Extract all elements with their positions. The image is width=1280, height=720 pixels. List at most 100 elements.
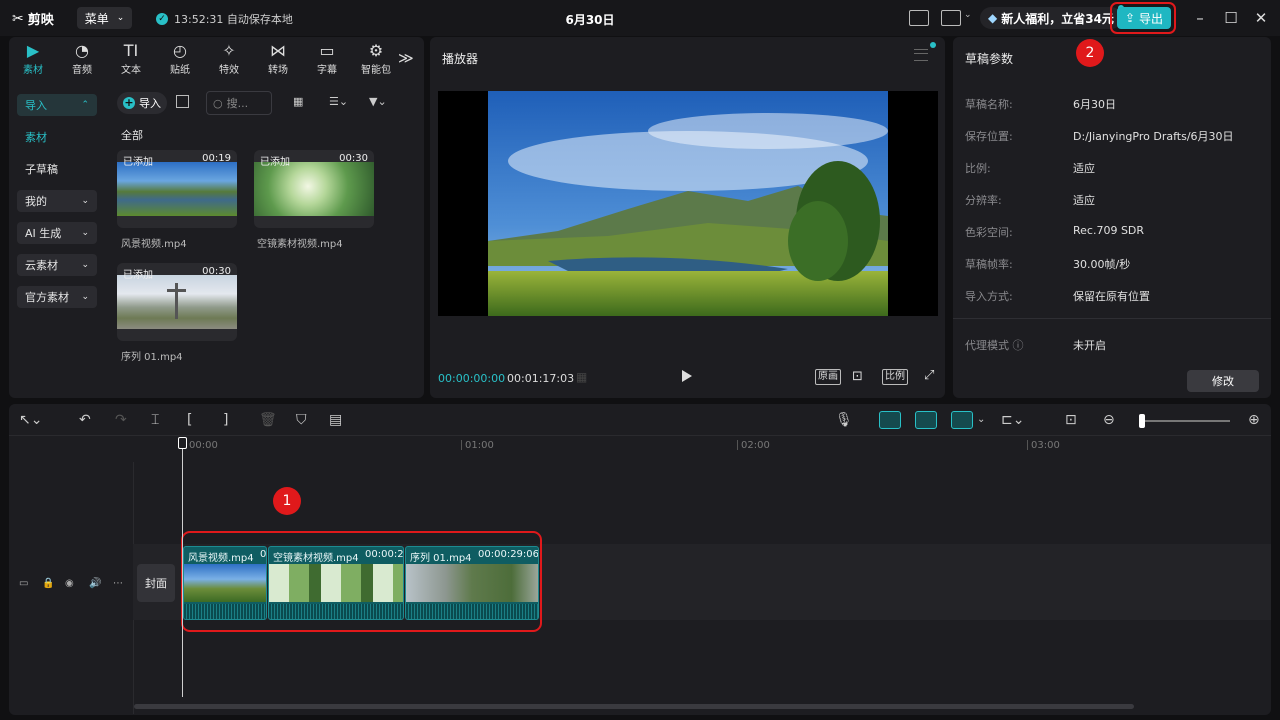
tab-media[interactable]: ▶ 素材	[10, 41, 56, 76]
thumbnail-landscape	[117, 162, 237, 216]
media-item[interactable]: 已添加 00:19	[117, 150, 237, 228]
chevron-down-icon[interactable]: ⌄	[964, 10, 972, 20]
auto-snap-toggle[interactable]	[915, 411, 937, 429]
microphone-icon[interactable]: 🎙	[835, 412, 853, 428]
maximize-icon[interactable]: ☐	[1221, 8, 1241, 28]
lock-icon[interactable]: 🔒	[42, 578, 54, 589]
tab-transition[interactable]: ⋈ 转场	[255, 41, 301, 76]
promo-banner[interactable]: ◆ 新人福利，立省34元	[980, 5, 1124, 29]
more-tabs-icon[interactable]: ≫	[398, 49, 414, 67]
undo-icon[interactable]: ↶	[79, 412, 91, 428]
search-input[interactable]: ○ 搜...	[206, 91, 272, 115]
media-item[interactable]: 已添加 00:30	[117, 263, 237, 341]
sidebar-item-import[interactable]: 导入 ⌃	[17, 94, 97, 116]
video-viewport[interactable]	[438, 91, 938, 316]
ruler-label: 01:00	[465, 440, 494, 451]
ruler-tick	[461, 440, 462, 450]
sidebar-item-ai[interactable]: AI 生成 ⌄	[17, 222, 97, 244]
shortcut-icon[interactable]	[909, 10, 929, 26]
transition-icon: ⋈	[270, 41, 286, 60]
ratio-button[interactable]: 比例	[882, 369, 908, 385]
media-item[interactable]: 已添加 00:30	[254, 150, 374, 228]
timeline-zoom-fit-icon[interactable]: ⊡	[1065, 412, 1077, 428]
playhead[interactable]	[182, 437, 183, 697]
annotation-badge-1: 1	[273, 487, 301, 515]
search-icon: ○	[213, 96, 223, 110]
video-frame	[488, 91, 888, 316]
zoom-out-icon[interactable]: ⊖	[1103, 412, 1115, 428]
media-panel: ▶ 素材 ◔ 音频 TI 文本 ◴ 贴纸 ✧ 特效 ⋈ 转场 ▭ 字幕 ⚙ 智能包 ≫ 导入 ⌃ …	[9, 37, 424, 398]
zoom-in-icon[interactable]: ⊕	[1248, 412, 1260, 428]
play-icon[interactable]	[682, 370, 692, 382]
grid-view-icon[interactable]	[176, 95, 189, 108]
split-icon[interactable]: ⌶	[151, 412, 159, 428]
speaker-icon[interactable]: 🔊	[89, 578, 101, 589]
eye-icon[interactable]: ◉	[65, 578, 74, 589]
preview-axis-icon[interactable]: ⊏⌄	[1001, 412, 1024, 428]
redo-icon[interactable]: ↷	[115, 412, 127, 428]
ruler-label: 00:00	[189, 440, 218, 451]
main-track-magnet-toggle[interactable]	[879, 411, 901, 429]
sidebar-item-mine[interactable]: 我的 ⌄	[17, 190, 97, 212]
capcut-logo-icon: ✂	[12, 10, 24, 27]
trim-right-icon[interactable]: ]	[223, 412, 228, 428]
ruler-tick	[737, 440, 738, 450]
project-title: 6月30日	[565, 13, 615, 27]
notification-dot	[930, 42, 936, 48]
check-icon: ✓	[156, 13, 168, 25]
clips-highlight-box	[181, 531, 542, 632]
filter-icon[interactable]: ▼⌄	[369, 95, 387, 108]
tab-smart[interactable]: ⚙ 智能包	[353, 41, 399, 76]
cover-button[interactable]: 封面	[137, 564, 175, 602]
menu-button[interactable]: 菜单 ⌄	[77, 7, 132, 29]
chevron-up-icon: ⌃	[81, 100, 89, 110]
playhead-handle[interactable]	[178, 437, 187, 449]
delete-icon[interactable]: 🗑	[259, 412, 277, 428]
cross-bar-shape	[167, 289, 186, 292]
tab-text[interactable]: TI 文本	[108, 41, 154, 76]
player-menu-icon[interactable]	[914, 49, 928, 61]
original-quality-button[interactable]: 原画	[815, 369, 841, 385]
sidebar-item-media[interactable]: 素材	[17, 126, 97, 148]
import-button[interactable]: + 导入	[117, 92, 167, 114]
landscape-scene	[488, 91, 888, 316]
minimize-icon[interactable]: –	[1190, 8, 1210, 28]
thumbnail-cross	[117, 275, 237, 329]
track-visibility-icon[interactable]: ▭	[19, 578, 28, 589]
chevron-down-icon[interactable]: ⌄	[977, 414, 985, 425]
thumbnail-leaves	[254, 162, 374, 216]
tab-audio[interactable]: ◔ 音频	[59, 41, 105, 76]
layout-icon[interactable]	[941, 10, 961, 26]
tab-effects[interactable]: ✧ 特效	[206, 41, 252, 76]
linkage-toggle[interactable]	[951, 411, 973, 429]
sort-icon[interactable]: ☰⌄	[329, 95, 348, 108]
zoom-slider[interactable]	[1140, 420, 1230, 422]
sidebar-item-cloud[interactable]: 云素材 ⌄	[17, 254, 97, 276]
divider	[953, 318, 1271, 319]
sidebar-item-subdraft[interactable]: 子草稿	[17, 158, 97, 180]
tab-sticker[interactable]: ◴ 贴纸	[157, 41, 203, 76]
zoom-slider-handle[interactable]	[1139, 414, 1145, 428]
annotation-badge-2: 2	[1076, 39, 1104, 67]
plus-icon: +	[123, 96, 135, 109]
app-window: ✂ 剪映 菜单 ⌄ ✓ 13:52:31 自动保存本地 6月30日 ⌄ ◆ 新人福利，立…	[0, 0, 1280, 720]
ruler-label: 03:00	[1031, 440, 1060, 451]
fullscreen-icon[interactable]: ⤢	[924, 368, 934, 383]
sidebar-item-official[interactable]: 官方素材 ⌄	[17, 286, 97, 308]
marker-icon[interactable]: ⛉	[296, 412, 307, 428]
timecode-grid-icon[interactable]: ▦	[576, 370, 587, 384]
audio-icon: ◔	[75, 41, 89, 60]
chevron-down-icon: ⌄	[116, 13, 125, 23]
edit-icon[interactable]: ▤	[329, 412, 342, 428]
close-icon[interactable]: ✕	[1251, 8, 1271, 28]
tab-subtitle[interactable]: ▭ 字幕	[304, 41, 350, 76]
chevron-down-icon: ⌄	[81, 196, 89, 206]
select-cursor-icon[interactable]: ↖⌄	[19, 412, 42, 428]
view-mode-icon[interactable]: ▦	[293, 95, 303, 108]
diamond-icon: ◆	[988, 11, 998, 25]
trim-left-icon[interactable]: [	[187, 412, 192, 428]
modify-button[interactable]: 修改	[1187, 370, 1259, 392]
fit-screen-icon[interactable]: ⊡	[852, 369, 863, 384]
horizontal-scrollbar[interactable]	[134, 704, 1134, 709]
more-icon[interactable]: ⋯	[113, 578, 123, 589]
